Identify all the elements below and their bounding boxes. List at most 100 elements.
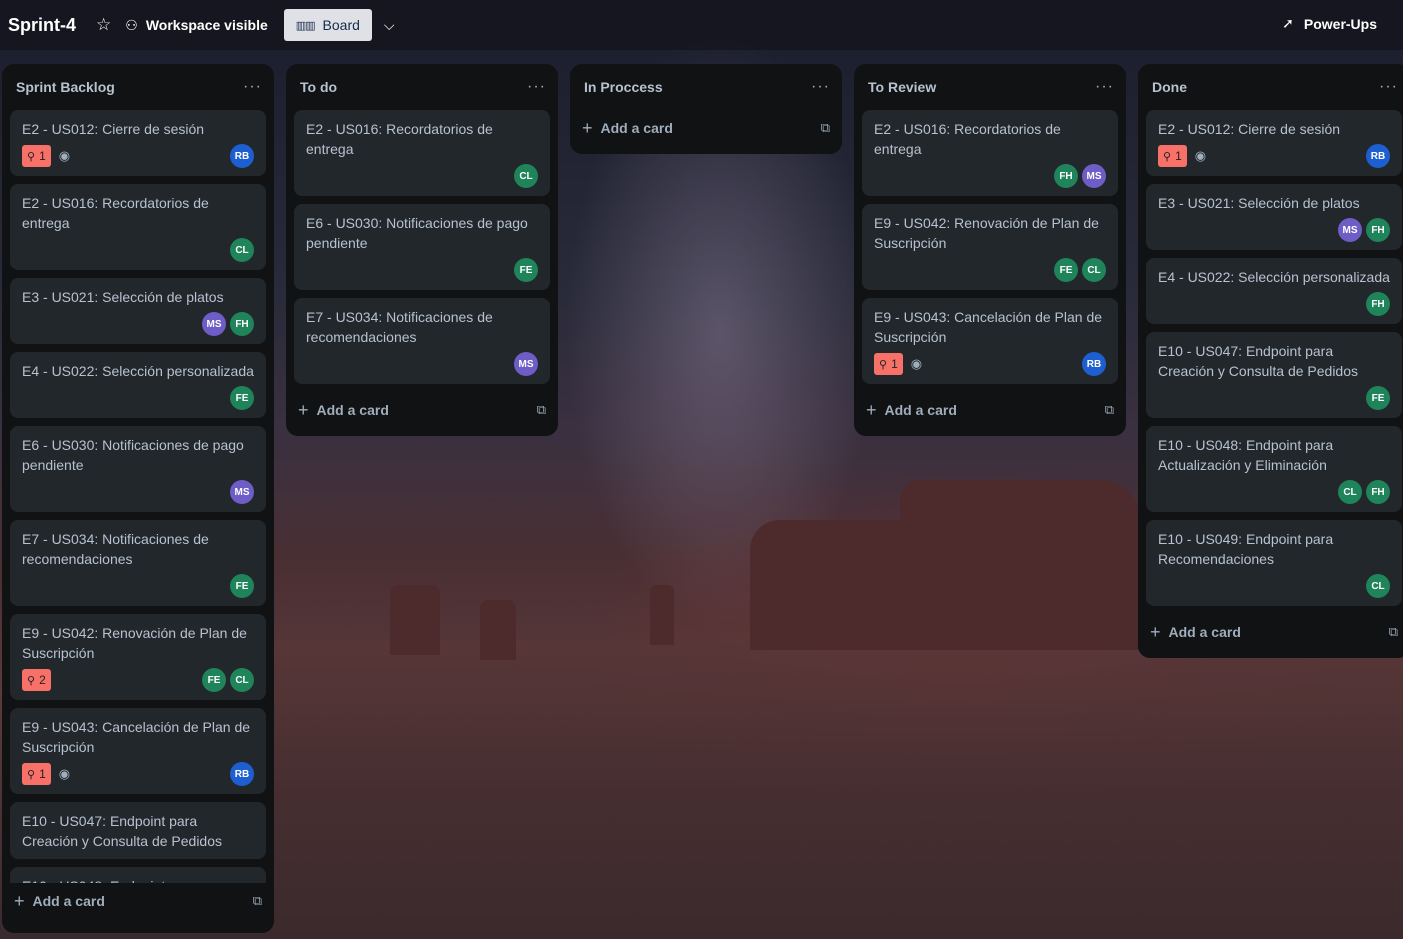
card-footer: FH MS — [874, 164, 1106, 188]
avatar[interactable]: RB — [1082, 352, 1106, 376]
attachment-count: 1 — [891, 357, 898, 371]
card[interactable]: E2 - US012: Cierre de sesión ⚲ 1 ◉ RB — [10, 110, 266, 176]
avatar[interactable]: FE — [202, 668, 226, 692]
more-icon[interactable]: ··· — [811, 78, 830, 96]
add-card-button[interactable]: + Add a card — [1150, 622, 1241, 643]
card[interactable]: E6 - US030: Notificaciones de pago pendi… — [10, 426, 266, 512]
card[interactable]: E10 - US048: Endpoint para Actualización… — [10, 867, 266, 883]
chevron-down-icon[interactable]: ⌵ — [384, 17, 395, 34]
avatar[interactable]: CL — [230, 238, 254, 262]
avatar[interactable]: FH — [1366, 218, 1390, 242]
attachment-badge[interactable]: ⚲ 1 — [1158, 145, 1187, 167]
card[interactable]: E10 - US049: Endpoint para Recomendacion… — [1146, 520, 1402, 606]
add-card-button[interactable]: + Add a card — [298, 400, 389, 421]
attachment-badge[interactable]: ⚲ 1 — [22, 763, 51, 785]
plus-icon: + — [1150, 621, 1161, 642]
list-title[interactable]: To Review — [868, 79, 936, 95]
avatar[interactable]: CL — [1082, 258, 1106, 282]
card-members: FH MS — [1050, 164, 1106, 188]
attachment-badge[interactable]: ⚲ 1 — [22, 145, 51, 167]
avatar[interactable]: FE — [1054, 258, 1078, 282]
avatar[interactable]: FE — [514, 258, 538, 282]
avatar[interactable]: FH — [1366, 292, 1390, 316]
avatar[interactable]: CL — [1366, 574, 1390, 598]
card[interactable]: E10 - US047: Endpoint para Creación y Co… — [10, 802, 266, 859]
add-card-button[interactable]: + Add a card — [14, 891, 105, 912]
card-badges: ⚲ 1 ◉ — [874, 353, 922, 375]
plus-icon: + — [14, 890, 25, 911]
avatar[interactable]: FE — [230, 574, 254, 598]
avatar[interactable]: RB — [230, 144, 254, 168]
star-icon[interactable]: ☆ — [96, 15, 111, 35]
template-icon[interactable]: ⧉ — [537, 402, 546, 418]
avatar[interactable]: MS — [230, 480, 254, 504]
card[interactable]: E9 - US042: Renovación de Plan de Suscri… — [862, 204, 1118, 290]
card[interactable]: E6 - US030: Notificaciones de pago pendi… — [294, 204, 550, 290]
rocket-icon: ➚ — [1282, 15, 1294, 31]
more-icon[interactable]: ··· — [527, 78, 546, 96]
avatar[interactable]: MS — [202, 312, 226, 336]
add-card-button[interactable]: + Add a card — [866, 400, 957, 421]
board-view-button[interactable]: ▥▥ Board — [283, 9, 372, 41]
card[interactable]: E2 - US012: Cierre de sesión ⚲ 1 ◉ RB — [1146, 110, 1402, 176]
card[interactable]: E9 - US042: Renovación de Plan de Suscri… — [10, 614, 266, 700]
more-icon[interactable]: ··· — [1095, 78, 1114, 96]
powerups-button[interactable]: ➚ Power-Ups — [1282, 15, 1377, 32]
card-footer: FE — [1158, 386, 1390, 410]
more-icon[interactable]: ··· — [1379, 78, 1398, 96]
list-title[interactable]: To do — [300, 79, 337, 95]
card-title: E9 - US042: Renovación de Plan de Suscri… — [22, 625, 247, 661]
card-container: E2 - US016: Recordatorios de entrega FH MS… — [862, 110, 1118, 384]
card[interactable]: E10 - US048: Endpoint para Actualización… — [1146, 426, 1402, 512]
card[interactable]: E7 - US034: Notificaciones de recomendac… — [10, 520, 266, 606]
avatar[interactable]: RB — [1366, 144, 1390, 168]
avatar[interactable]: FE — [1366, 386, 1390, 410]
avatar[interactable]: CL — [1338, 480, 1362, 504]
attachment-badge[interactable]: ⚲ 1 — [874, 353, 903, 375]
visibility-label: Workspace visible — [145, 17, 268, 33]
add-card-label: Add a card — [884, 402, 957, 418]
card[interactable]: E2 - US016: Recordatorios de entrega CL — [294, 110, 550, 196]
card[interactable]: E4 - US022: Selección personalizada FH — [1146, 258, 1402, 324]
template-icon[interactable]: ⧉ — [821, 120, 830, 136]
avatar[interactable]: CL — [514, 164, 538, 188]
board-view-label: Board — [322, 17, 360, 33]
card[interactable]: E3 - US021: Selección de platos MS FH — [1146, 184, 1402, 250]
template-icon[interactable]: ⧉ — [1389, 624, 1398, 640]
card[interactable]: E2 - US016: Recordatorios de entrega CL — [10, 184, 266, 270]
avatar[interactable]: FH — [1054, 164, 1078, 188]
avatar[interactable]: FE — [230, 386, 254, 410]
list-4: Done ··· E2 - US012: Cierre de sesión ⚲ 1 ◉ RB… — [1138, 64, 1403, 658]
card[interactable]: E9 - US043: Cancelación de Plan de Suscr… — [10, 708, 266, 794]
card[interactable]: E3 - US021: Selección de platos MS FH — [10, 278, 266, 344]
card-title: E6 - US030: Notificaciones de pago pendi… — [22, 437, 244, 473]
card[interactable]: E9 - US043: Cancelación de Plan de Suscr… — [862, 298, 1118, 384]
list-title[interactable]: Sprint Backlog — [16, 79, 115, 95]
avatar[interactable]: MS — [514, 352, 538, 376]
card[interactable]: E2 - US016: Recordatorios de entrega FH MS — [862, 110, 1118, 196]
list-title[interactable]: Done — [1152, 79, 1187, 95]
visibility-button[interactable]: ⚇ Workspace visible — [125, 17, 267, 34]
avatar[interactable]: CL — [230, 668, 254, 692]
card-badges: ⚲ 1 ◉ — [22, 145, 70, 167]
card-title: E9 - US043: Cancelación de Plan de Suscr… — [874, 309, 1103, 345]
avatar[interactable]: MS — [1338, 218, 1362, 242]
template-icon[interactable]: ⧉ — [1105, 402, 1114, 418]
card[interactable]: E4 - US022: Selección personalizada FE — [10, 352, 266, 418]
card-title: E2 - US012: Cierre de sesión — [1158, 121, 1341, 137]
avatar[interactable]: RB — [230, 762, 254, 786]
attachment-badge[interactable]: ⚲ 2 — [22, 669, 51, 691]
template-icon[interactable]: ⧉ — [253, 893, 262, 909]
avatar[interactable]: FH — [230, 312, 254, 336]
card-members: FE — [226, 574, 254, 598]
board-title[interactable]: Sprint-4 — [8, 15, 76, 36]
card[interactable]: E10 - US047: Endpoint para Creación y Co… — [1146, 332, 1402, 418]
list-title[interactable]: In Proccess — [584, 79, 663, 95]
avatar[interactable]: FH — [1366, 480, 1390, 504]
card[interactable]: E7 - US034: Notificaciones de recomendac… — [294, 298, 550, 384]
paperclip-icon: ⚲ — [27, 674, 36, 687]
card-members: MS FH — [1334, 218, 1390, 242]
more-icon[interactable]: ··· — [243, 78, 262, 96]
avatar[interactable]: MS — [1082, 164, 1106, 188]
add-card-button[interactable]: + Add a card — [582, 118, 673, 139]
